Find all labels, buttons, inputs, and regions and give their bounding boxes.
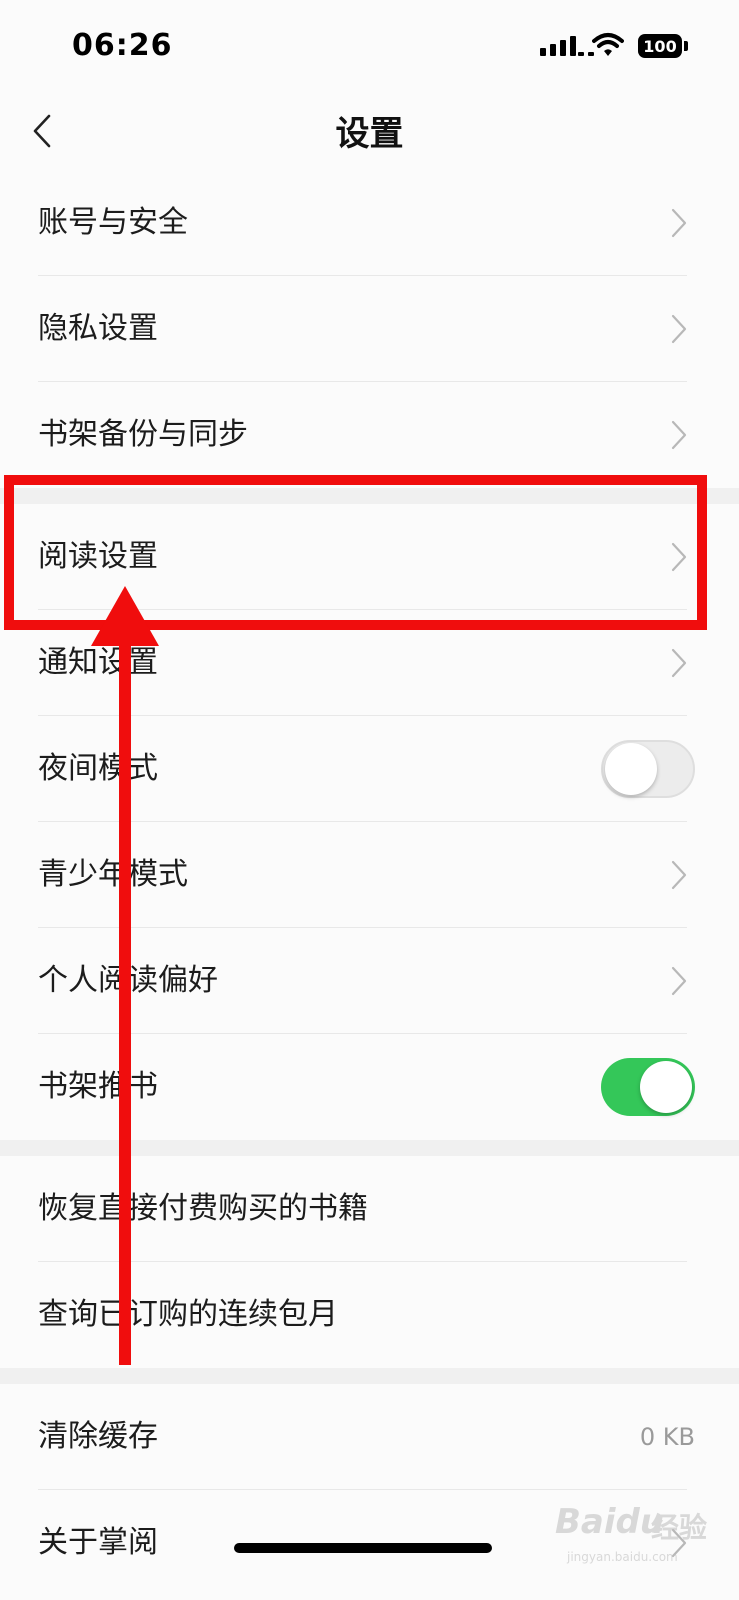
settings-item-account-security[interactable]: 账号与安全	[0, 170, 739, 276]
settings-item-label: 青少年模式	[38, 857, 188, 892]
chevron-right-icon	[671, 314, 687, 344]
wifi-icon	[592, 33, 624, 56]
chevron-right-icon	[671, 648, 687, 678]
watermark-logo: Baidu	[555, 1502, 664, 1542]
nav-bar: 设置	[0, 96, 739, 166]
battery-nub	[684, 41, 688, 51]
chevron-right-icon	[671, 208, 687, 238]
settings-item-label: 隐私设置	[38, 311, 158, 346]
settings-item-label: 查询已订购的连续包月	[38, 1297, 338, 1332]
settings-item-label: 书架推书	[38, 1069, 158, 1104]
settings-item-label: 书架备份与同步	[38, 417, 248, 452]
baidu-watermark: Baidu 经验 jingyan.baidu.com	[555, 1498, 725, 1578]
arrow-shaft	[119, 640, 131, 1365]
chevron-right-icon	[671, 860, 687, 890]
arrow-head	[91, 586, 159, 646]
watermark-url: jingyan.baidu.com	[567, 1550, 678, 1564]
settings-item-label: 恢复直接付费购买的书籍	[38, 1191, 368, 1226]
settings-item-subscriptions[interactable]: 查询已订购的连续包月	[0, 1262, 739, 1368]
bookshelf-recommend-toggle[interactable]	[601, 1058, 695, 1116]
status-bar: 06:26 100	[0, 0, 739, 96]
settings-item-label: 关于掌阅	[38, 1525, 158, 1560]
watermark-cn: 经验	[651, 1511, 708, 1544]
night-mode-toggle[interactable]	[601, 740, 695, 798]
settings-item-restore-purchases[interactable]: 恢复直接付费购买的书籍	[0, 1156, 739, 1262]
chevron-right-icon	[671, 966, 687, 996]
page-title: 设置	[335, 114, 404, 154]
settings-item-bookshelf-backup[interactable]: 书架备份与同步	[0, 382, 739, 488]
settings-item-bookshelf-recommend: 书架推书	[0, 1034, 739, 1140]
watermark-brand: Bai	[555, 1502, 616, 1542]
settings-item-label: 清除缓存	[38, 1419, 158, 1454]
signal-icon	[540, 36, 594, 56]
section-gap	[0, 1368, 739, 1384]
status-time: 06:26	[72, 28, 173, 63]
cache-size-value: 0 KB	[639, 1423, 695, 1451]
settings-item-privacy[interactable]: 隐私设置	[0, 276, 739, 382]
settings-item-reading-preference[interactable]: 个人阅读偏好	[0, 928, 739, 1034]
toggle-knob	[605, 743, 657, 795]
settings-group-purchases: 恢复直接付费购买的书籍 查询已订购的连续包月	[0, 1156, 739, 1368]
settings-item-teen-mode[interactable]: 青少年模式	[0, 822, 739, 928]
settings-item-label: 夜间模式	[38, 751, 158, 786]
toggle-knob	[640, 1061, 692, 1113]
chevron-right-icon	[671, 420, 687, 450]
battery-icon: 100	[638, 34, 682, 58]
settings-group-account: 账号与安全 隐私设置 书架备份与同步	[0, 170, 739, 488]
settings-item-night-mode: 夜间模式	[0, 716, 739, 822]
settings-item-clear-cache[interactable]: 清除缓存 0 KB	[0, 1384, 739, 1490]
settings-item-label: 账号与安全	[38, 205, 188, 240]
home-indicator[interactable]	[234, 1543, 492, 1553]
section-gap	[0, 1140, 739, 1156]
